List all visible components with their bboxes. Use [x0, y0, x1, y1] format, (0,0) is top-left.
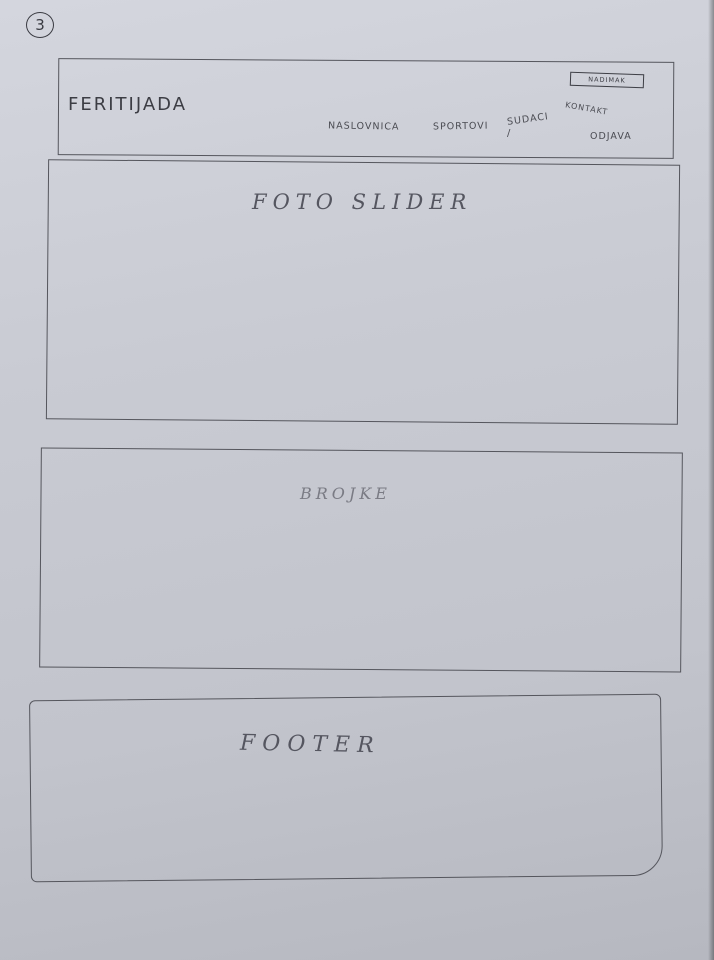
nav-item-sportovi[interactable]: SPORTOVI [433, 121, 489, 133]
nav-item-odjava[interactable]: ODJAVA [590, 131, 632, 142]
page-number-badge: 3 [26, 12, 54, 38]
numbers-label: BROJKE [300, 484, 391, 503]
site-logo[interactable]: FERITIJADA [68, 94, 187, 115]
nav-item-naslovnica[interactable]: NASLOVNICA [328, 120, 400, 132]
wireframe-sketch: 3 FERITIJADA NADIMAK NASLOVNICA SPORTOVI… [0, 0, 714, 960]
paper-shadow [708, 0, 714, 960]
nav-separator: / [507, 128, 512, 139]
footer-label: FOOTER [239, 730, 381, 759]
footer-box [29, 693, 663, 883]
nickname-button[interactable]: NADIMAK [569, 71, 645, 89]
numbers-box [39, 447, 683, 673]
photo-slider-label: FOTO SLIDER [252, 190, 473, 214]
